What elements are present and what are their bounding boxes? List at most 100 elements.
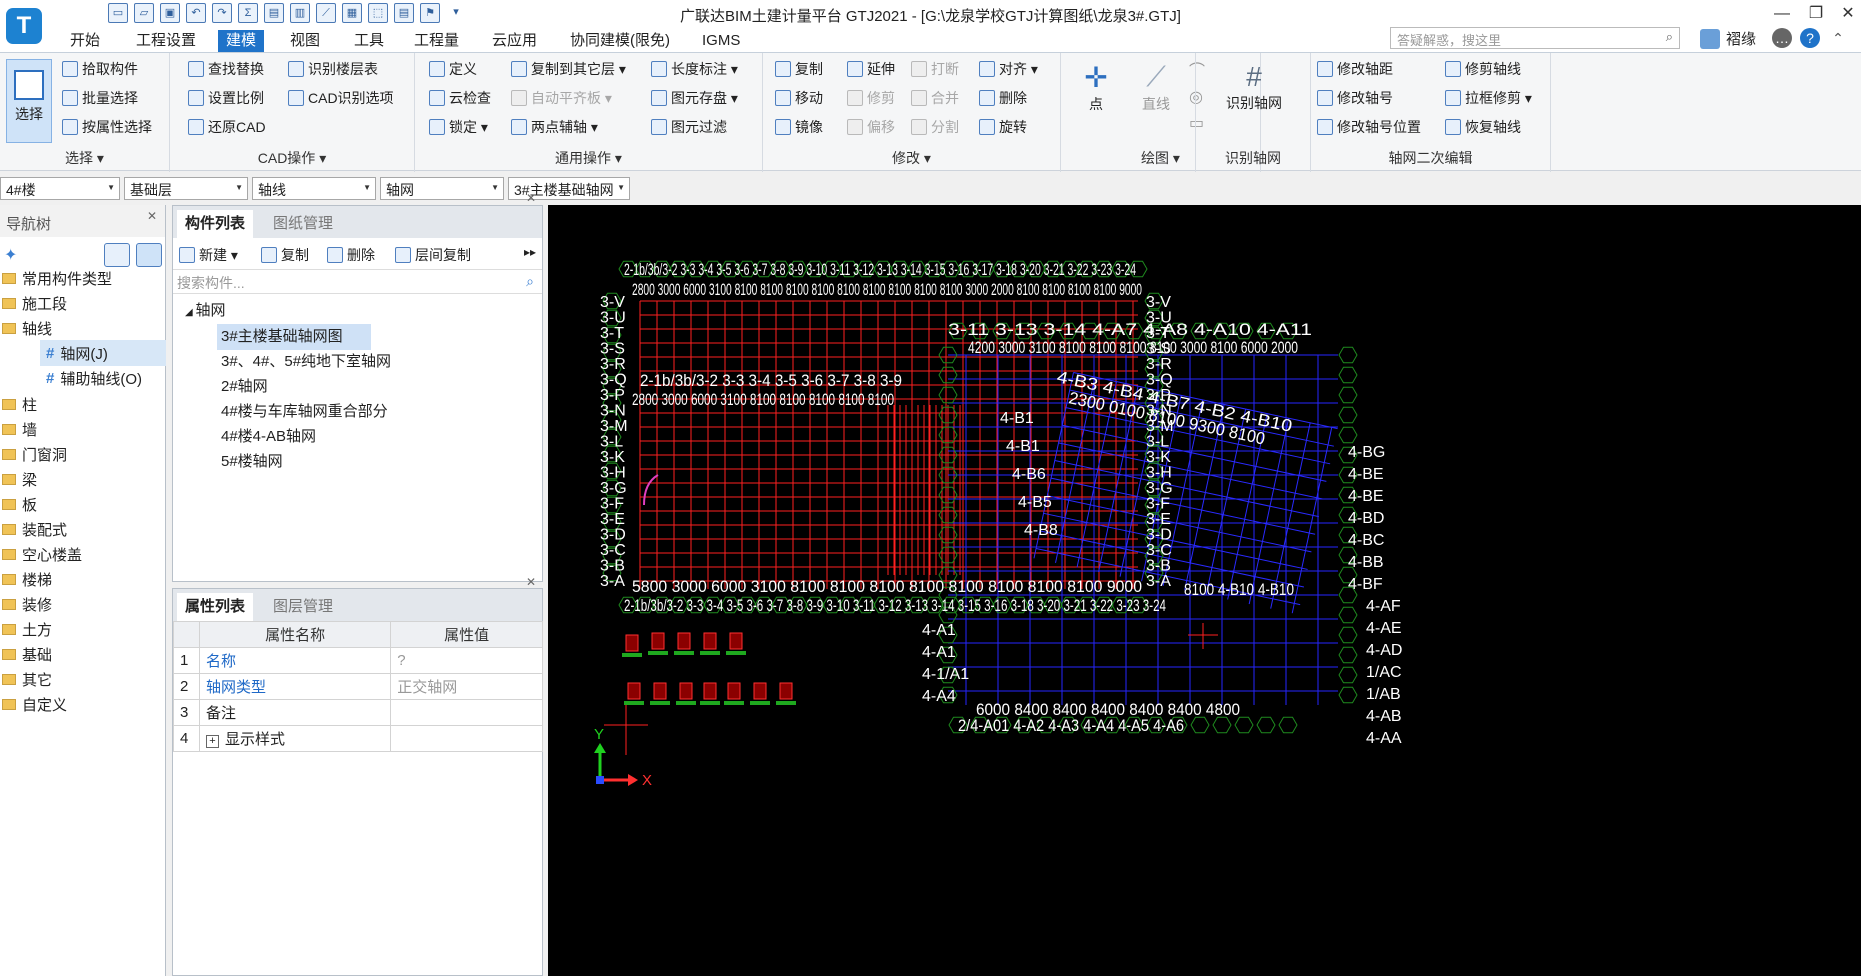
- property-value[interactable]: ?: [390, 647, 543, 674]
- modify-axis-number-button[interactable]: 修改轴号: [1317, 88, 1393, 108]
- tree-item[interactable]: 3#主楼基础轴网图: [217, 324, 371, 350]
- property-row[interactable]: 4 + 显示样式: [173, 725, 543, 752]
- list-view-icon[interactable]: [104, 243, 130, 267]
- type-select[interactable]: 轴网 ▼: [380, 177, 504, 200]
- category-select[interactable]: 轴线 ▼: [252, 177, 376, 200]
- tab-collab-modeling[interactable]: 协同建模(限免): [562, 30, 678, 52]
- element-filter-button[interactable]: 图元过滤: [651, 117, 727, 137]
- pick-component-button[interactable]: 拾取构件: [62, 59, 138, 79]
- nav-item[interactable]: 装修: [2, 591, 52, 617]
- tree-item[interactable]: 5#楼轴网: [217, 449, 287, 475]
- maximize-button[interactable]: ❐: [1803, 2, 1829, 26]
- group-label-cad[interactable]: CAD操作 ▾: [170, 148, 414, 168]
- tab-start[interactable]: 开始: [62, 30, 108, 52]
- element-save-button[interactable]: 图元存盘 ▾: [651, 88, 738, 108]
- two-point-aux-axis-button[interactable]: 两点辅轴 ▾: [511, 117, 598, 137]
- close-icon[interactable]: ✕: [526, 575, 536, 589]
- inter-floor-copy-button[interactable]: 层间复制: [395, 245, 471, 265]
- collapse-icon[interactable]: ◢: [185, 307, 195, 318]
- close-icon[interactable]: ✕: [526, 191, 536, 205]
- property-row[interactable]: 3 备注: [173, 699, 543, 726]
- recognize-floor-table-button[interactable]: 识别楼层表: [288, 59, 378, 79]
- drawing-canvas[interactable]: 2-1b/3b/3-2 3-3 3-4 3-5 3-6 3-7 3-8 3-9 …: [548, 205, 1861, 976]
- nav-item[interactable]: 柱: [2, 391, 37, 417]
- nav-item[interactable]: 施工段: [2, 290, 67, 316]
- help-icon[interactable]: ?: [1800, 28, 1820, 48]
- property-row[interactable]: 1 名称 ?: [173, 647, 543, 674]
- nav-item[interactable]: 其它: [2, 666, 52, 692]
- cloud-check-button[interactable]: 云检查: [429, 88, 491, 108]
- tab-component-list[interactable]: 构件列表: [177, 210, 254, 238]
- expand-icon[interactable]: +: [206, 735, 219, 748]
- box-trim-button[interactable]: 拉框修剪 ▾: [1445, 88, 1532, 108]
- copy-to-other-floor-button[interactable]: 复制到其它层 ▾: [511, 59, 626, 79]
- length-dimension-button[interactable]: 长度标注 ▾: [651, 59, 738, 79]
- tab-view[interactable]: 视图: [282, 30, 328, 52]
- tab-drawing-management[interactable]: 图纸管理: [265, 210, 341, 238]
- select-button[interactable]: 选择: [6, 59, 52, 143]
- building-select[interactable]: 4#楼 ▼: [0, 177, 120, 200]
- property-value[interactable]: [390, 725, 543, 752]
- tab-igms[interactable]: IGMS: [694, 30, 748, 52]
- line-button[interactable]: ⟋ 直线: [1131, 53, 1181, 147]
- nav-item[interactable]: 门窗洞: [2, 441, 67, 467]
- close-icon[interactable]: ✕: [147, 209, 157, 223]
- property-value[interactable]: [390, 699, 543, 726]
- move-button[interactable]: 移动: [775, 88, 823, 108]
- tab-property-list[interactable]: 属性列表: [177, 593, 254, 621]
- trim-axis-button[interactable]: 修剪轴线: [1445, 59, 1521, 79]
- tab-quantities[interactable]: 工程量: [406, 30, 467, 52]
- nav-item[interactable]: 装配式: [2, 516, 67, 542]
- sparkle-icon[interactable]: ✦: [4, 245, 17, 265]
- mirror-button[interactable]: 镜像: [775, 117, 823, 137]
- find-replace-button[interactable]: 查找替换: [188, 59, 264, 79]
- delete-component-button[interactable]: 删除: [327, 245, 375, 265]
- more-icon[interactable]: ▸▸: [524, 245, 536, 259]
- nav-item[interactable]: 常用构件类型: [2, 265, 112, 291]
- rotate-button[interactable]: 旋转: [979, 117, 1027, 137]
- tree-item[interactable]: 4#楼与车库轴网重合部分: [217, 399, 392, 425]
- close-button[interactable]: ✕: [1835, 2, 1861, 26]
- property-value[interactable]: 正交轴网: [390, 673, 543, 700]
- define-button[interactable]: 定义: [429, 59, 477, 79]
- property-row[interactable]: 2 轴网类型 正交轴网: [173, 673, 543, 700]
- panel-view-icon[interactable]: [136, 243, 162, 267]
- restore-axis-button[interactable]: 恢复轴线: [1445, 117, 1521, 137]
- nav-item[interactable]: # 辅助轴线(O): [40, 365, 166, 391]
- help-search-input[interactable]: 答疑解惑，搜这里 ⌕: [1390, 27, 1680, 49]
- nav-item[interactable]: # 轴网(J): [40, 340, 166, 366]
- collapse-ribbon-icon[interactable]: ⌃: [1828, 28, 1848, 48]
- minimize-button[interactable]: —: [1769, 2, 1795, 26]
- tab-layer-management[interactable]: 图层管理: [265, 593, 341, 621]
- nav-item[interactable]: 梁: [2, 466, 37, 492]
- group-label-common[interactable]: 通用操作 ▾: [415, 148, 762, 168]
- tree-item[interactable]: 4#楼4-AB轴网: [217, 424, 320, 450]
- tab-project-settings[interactable]: 工程设置: [128, 30, 204, 52]
- cad-options-button[interactable]: CAD识别选项: [288, 88, 394, 108]
- tab-tools[interactable]: 工具: [346, 30, 392, 52]
- batch-select-button[interactable]: 批量选择: [62, 88, 138, 108]
- nav-item[interactable]: 板: [2, 491, 37, 517]
- nav-item[interactable]: 自定义: [2, 691, 67, 717]
- nav-item[interactable]: 墙: [2, 416, 37, 442]
- tree-root[interactable]: ◢ 轴网: [181, 298, 229, 324]
- select-by-attribute-button[interactable]: 按属性选择: [62, 117, 152, 137]
- new-component-button[interactable]: 新建 ▾: [179, 245, 238, 265]
- group-label-select[interactable]: 选择 ▾: [0, 148, 169, 168]
- search-icon[interactable]: ⌕: [1666, 29, 1673, 45]
- component-search-input[interactable]: 搜索构件... ⌕: [173, 270, 542, 294]
- floor-select[interactable]: 基础层 ▼: [124, 177, 248, 200]
- set-scale-button[interactable]: 设置比例: [188, 88, 264, 108]
- modify-axis-number-position-button[interactable]: 修改轴号位置: [1317, 117, 1421, 137]
- extend-button[interactable]: 延伸: [847, 59, 895, 79]
- align-button[interactable]: 对齐 ▾: [979, 59, 1038, 79]
- tab-cloud[interactable]: 云应用: [484, 30, 545, 52]
- tree-item[interactable]: 2#轴网: [217, 374, 272, 400]
- restore-cad-button[interactable]: 还原CAD: [188, 117, 266, 137]
- message-icon[interactable]: …: [1772, 28, 1792, 48]
- cad-drawing[interactable]: 2-1b/3b/3-2 3-3 3-4 3-5 3-6 3-7 3-8 3-9 …: [548, 205, 1861, 976]
- nav-item[interactable]: 基础: [2, 641, 52, 667]
- lock-button[interactable]: 锁定 ▾: [429, 117, 488, 137]
- search-icon[interactable]: ⌕: [526, 273, 534, 290]
- tree-item[interactable]: 3#、4#、5#纯地下室轴网: [217, 349, 395, 375]
